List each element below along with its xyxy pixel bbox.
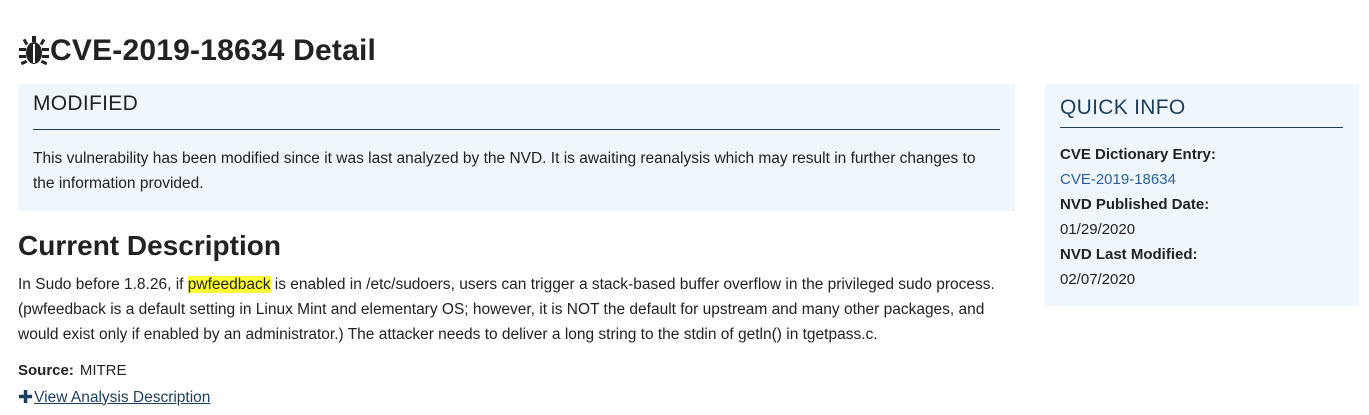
source-label: Source: — [18, 362, 74, 379]
published-date-value: 01/29/2020 — [1060, 221, 1136, 238]
cve-entry-link[interactable]: CVE-2019-18634 — [1060, 167, 1216, 192]
page-title: CVE-2019-18634 Detail — [18, 34, 376, 68]
cve-entry-label: CVE Dictionary Entry: — [1060, 146, 1216, 163]
modified-notice: MODIFIED This vulnerability has been mod… — [18, 84, 1015, 211]
quick-info-heading: QUICK INFO — [1060, 96, 1186, 119]
notice-heading: MODIFIED — [33, 92, 139, 115]
bug-icon — [19, 36, 49, 66]
quick-info-divider — [1060, 127, 1343, 128]
view-analysis-description-link[interactable]: ✚ View Analysis Description — [18, 387, 210, 408]
cve-detail-page: CVE-2019-18634 Detail MODIFIED This vuln… — [0, 0, 1369, 415]
last-modified-value: 02/07/2020 — [1060, 271, 1136, 288]
quick-info-panel: QUICK INFO CVE Dictionary Entry: CVE-201… — [1045, 84, 1359, 306]
current-description-text: In Sudo before 1.8.26, if pwfeedback is … — [18, 272, 1018, 347]
current-description-heading: Current Description — [18, 230, 281, 261]
description-highlight: pwfeedback — [187, 276, 271, 293]
source-value: MITRE — [79, 362, 127, 379]
notice-divider — [33, 129, 1000, 130]
view-analysis-description-label: View Analysis Description — [34, 388, 211, 406]
quick-info-list: CVE Dictionary Entry: CVE-2019-18634 NVD… — [1060, 142, 1216, 292]
description-source: Source: MITRE — [18, 362, 127, 379]
plus-icon: ✚ — [18, 387, 34, 407]
notice-body: This vulnerability has been modified sin… — [33, 150, 976, 192]
published-date-label: NVD Published Date: — [1060, 196, 1210, 213]
description-text-before: In Sudo before 1.8.26, if — [18, 276, 188, 293]
page-title-text: CVE-2019-18634 Detail — [50, 34, 377, 67]
last-modified-label: NVD Last Modified: — [1060, 246, 1198, 263]
